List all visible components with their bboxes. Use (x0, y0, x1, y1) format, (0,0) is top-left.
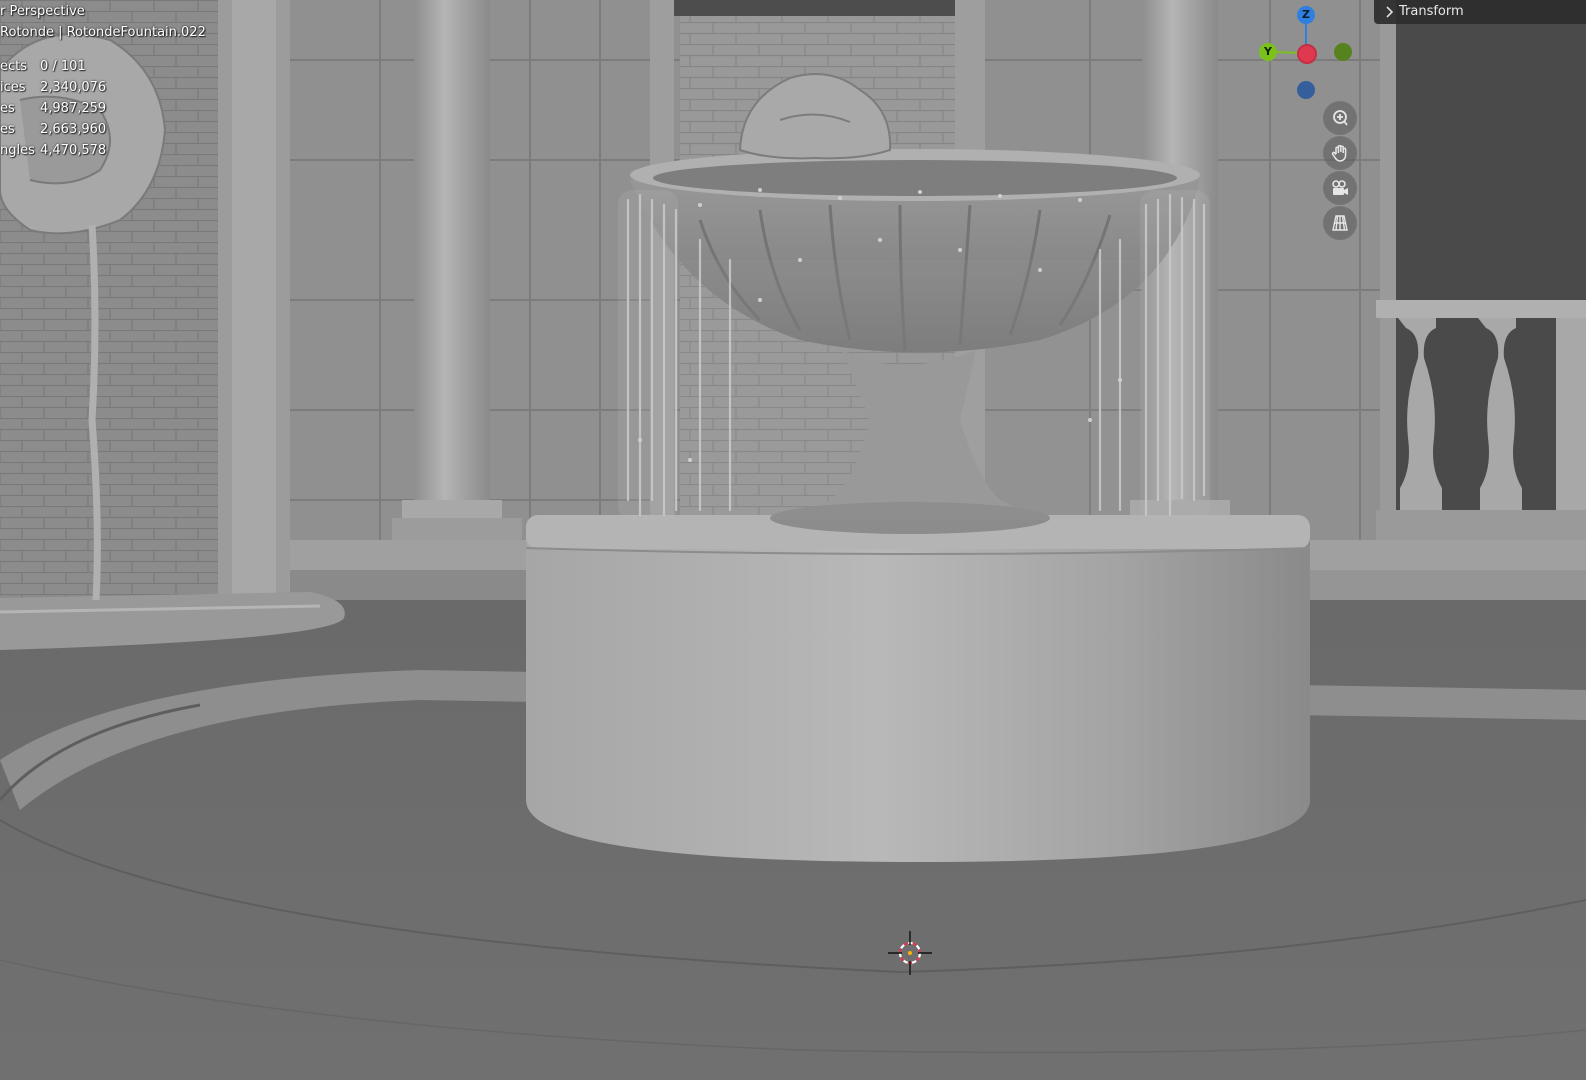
transform-panel-label: Transform (1399, 4, 1464, 19)
axis-neg-y-button[interactable] (1334, 43, 1352, 61)
grid-icon (1332, 215, 1348, 231)
axis-x-button[interactable] (1297, 44, 1317, 64)
zoom-button[interactable] (1323, 101, 1357, 135)
hand-icon (1331, 144, 1347, 162)
camera-icon (1332, 180, 1348, 195)
camera-view-button[interactable] (1323, 171, 1357, 205)
view-mode-label: r Perspective (0, 4, 85, 19)
stat-label: es (0, 122, 15, 137)
axis-z-button[interactable]: Z (1297, 6, 1315, 24)
chevron-right-icon (1386, 6, 1394, 18)
stat-value: 4,470,578 (40, 143, 107, 158)
stat-label: ices (0, 80, 26, 95)
stat-label: ects (0, 59, 28, 74)
zoom-in-icon (1333, 110, 1348, 126)
stat-value: 0 / 101 (40, 59, 86, 74)
stat-label: es (0, 101, 15, 116)
pan-button[interactable] (1323, 136, 1357, 170)
axis-neg-z-button[interactable] (1297, 81, 1315, 99)
axis-y-button[interactable]: Y (1259, 43, 1277, 61)
navigation-gizmo[interactable]: Z Y (1250, 0, 1360, 110)
stat-value: 2,340,076 (40, 80, 107, 95)
3d-cursor-icon[interactable] (886, 929, 934, 977)
perspective-toggle-button[interactable] (1323, 206, 1357, 240)
3d-viewport[interactable]: r Perspective Rotonde | RotondeFountain.… (0, 0, 1586, 1080)
stat-label: ngles (0, 143, 35, 158)
stat-value: 2,663,960 (40, 122, 107, 137)
transform-panel-header[interactable]: Transform (1374, 0, 1586, 24)
collection-object-label: Rotonde | RotondeFountain.022 (0, 25, 206, 40)
stat-value: 4,987,259 (40, 101, 107, 116)
